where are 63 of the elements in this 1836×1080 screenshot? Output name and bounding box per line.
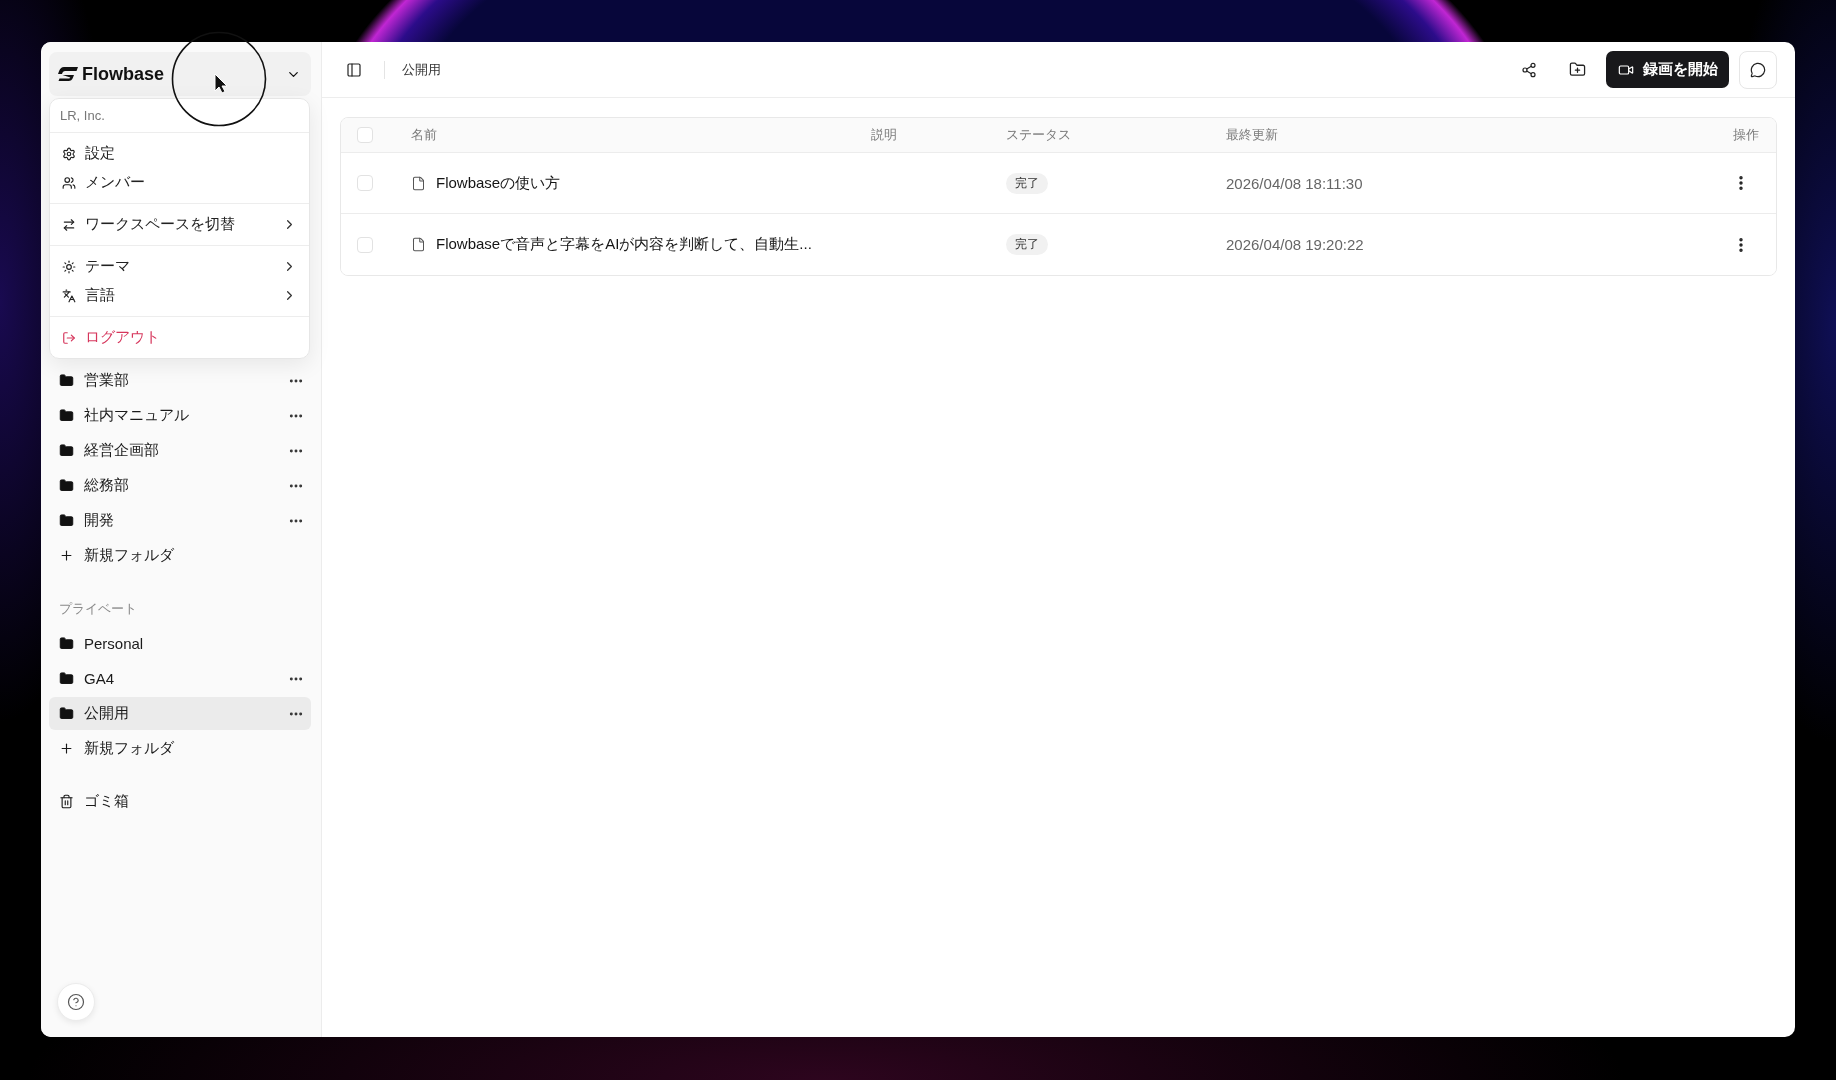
folder-icon (59, 373, 74, 388)
logout-icon (62, 330, 76, 345)
organization-name: LR, Inc. (50, 99, 309, 133)
menu-item[interactable]: 設定 (50, 139, 309, 168)
menu-item[interactable]: メンバー (50, 168, 309, 197)
help-icon (67, 993, 85, 1011)
document-name[interactable]: Flowbaseで音声と字幕をAIが内容を判断して、自動生... (436, 235, 812, 254)
menu-item[interactable]: テーマ (50, 252, 309, 281)
translate-icon (62, 288, 76, 303)
checkbox[interactable] (357, 175, 373, 191)
users-icon (62, 175, 76, 190)
menu-item[interactable]: ログアウト (50, 323, 309, 352)
help-button[interactable] (57, 983, 95, 1021)
trash-item[interactable]: ゴミ箱 (49, 785, 311, 818)
plus-icon (59, 741, 74, 756)
folder-icon (59, 443, 74, 458)
swap-arrows-icon (62, 217, 76, 232)
sun-icon (62, 259, 76, 274)
updated-time: 2026/04/08 19:20:22 (1226, 236, 1364, 253)
column-header[interactable]: 操作 (1733, 126, 1759, 144)
new-folder-button[interactable]: 新規フォルダ (49, 539, 311, 572)
folder-item[interactable]: 公開用 (49, 697, 311, 730)
folder-plus-icon (1568, 61, 1586, 78)
folder-icon (59, 513, 74, 528)
folder-icon (59, 478, 74, 493)
record-button[interactable]: 録画を開始 (1606, 51, 1729, 88)
file-icon (411, 175, 426, 191)
plus-icon (59, 548, 74, 563)
folder-item[interactable]: 営業部 (49, 364, 311, 397)
section-label: プライベート (58, 600, 138, 618)
document-name[interactable]: Flowbaseの使い方 (436, 173, 561, 193)
menu-item[interactable]: 言語 (50, 281, 309, 310)
chat-button[interactable] (1739, 50, 1777, 89)
checkbox[interactable] (357, 236, 373, 253)
updated-time: 2026/04/08 18:11:30 (1226, 174, 1363, 192)
new-folder-button[interactable]: 新規フォルダ (49, 732, 311, 765)
workspace-switcher[interactable]: Flowbase (49, 52, 311, 96)
breadcrumb[interactable]: 公開用 (402, 60, 441, 79)
status-tag: 完了 (1006, 172, 1048, 194)
settings-icon (62, 146, 76, 161)
column-header[interactable]: 名前 (411, 126, 437, 144)
share-icon (1521, 61, 1537, 78)
folder-item[interactable]: Personal (49, 627, 311, 660)
folder-item[interactable]: 経営企画部 (49, 434, 311, 467)
folder-item[interactable]: GA4 (49, 662, 311, 695)
status-tag: 完了 (1006, 234, 1048, 255)
menu-item[interactable]: ワークスペースを切替 (50, 210, 309, 239)
column-header[interactable]: 最終更新 (1226, 126, 1278, 144)
checkbox[interactable] (357, 127, 373, 143)
file-icon (411, 237, 426, 252)
folder-item[interactable]: 開発 (49, 504, 311, 537)
folder-icon (59, 408, 74, 423)
trash-icon (59, 794, 74, 809)
column-header[interactable]: 説明 (871, 126, 897, 144)
column-header[interactable]: ステータス (1006, 126, 1071, 144)
panel-icon (346, 61, 362, 78)
folder-item[interactable]: 総務部 (49, 469, 311, 502)
folder-icon (59, 706, 74, 721)
folder-item[interactable]: 社内マニュアル (49, 399, 311, 432)
chat-icon (1750, 61, 1766, 78)
folder-icon (59, 671, 74, 686)
folder-icon (59, 636, 74, 651)
logo-icon (58, 67, 78, 81)
